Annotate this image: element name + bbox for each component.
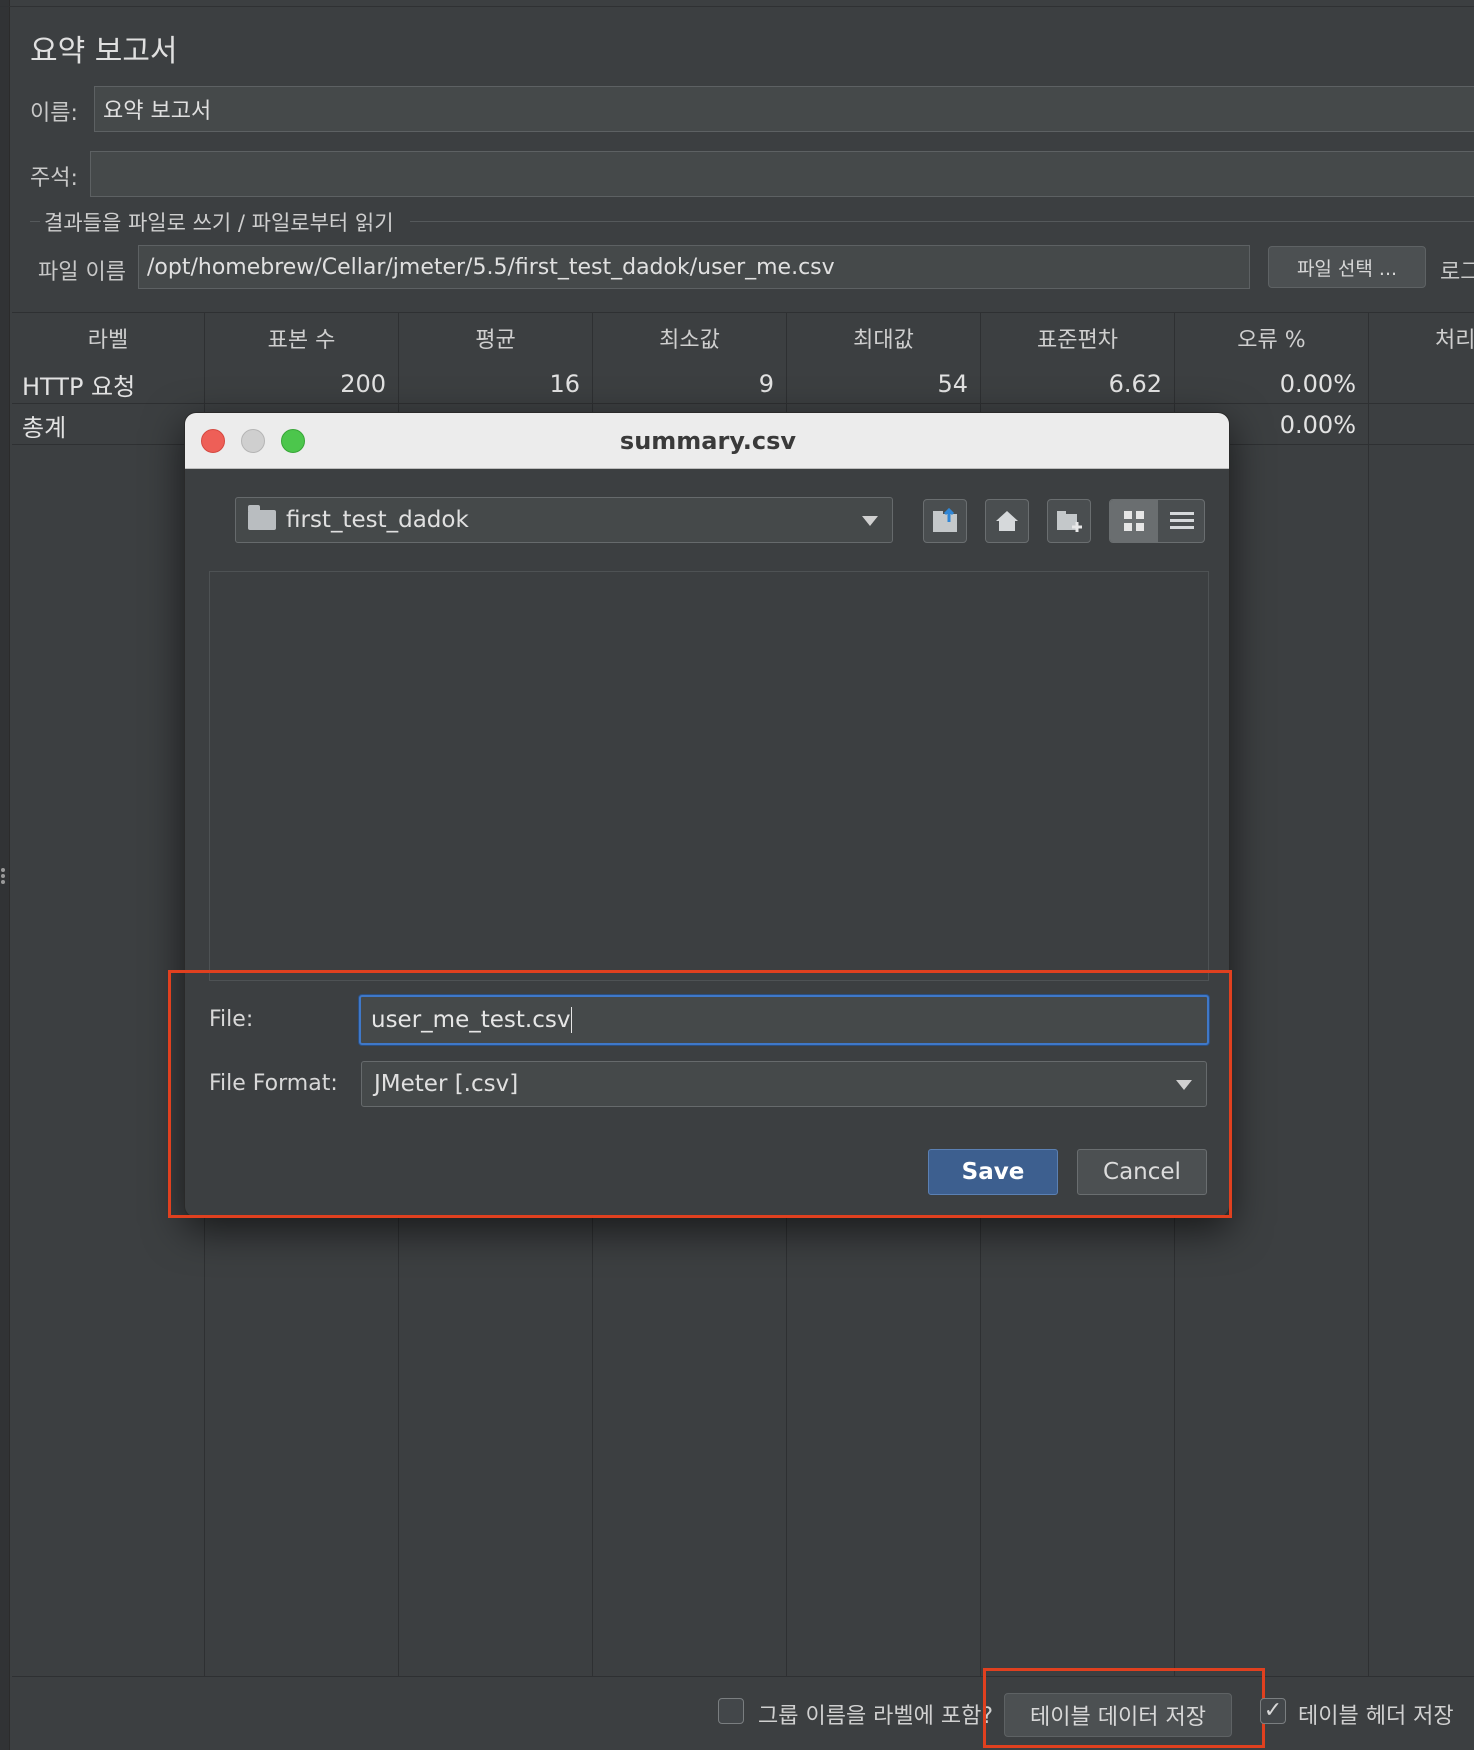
- col-header-error[interactable]: 오류 %: [1175, 313, 1369, 363]
- group-name-checkbox[interactable]: [718, 1698, 744, 1724]
- filename-input-value: /opt/homebrew/Cellar/jmeter/5.5/first_te…: [147, 254, 835, 280]
- top-divider: [0, 6, 1474, 7]
- list-icon: [1170, 512, 1194, 529]
- cell-min: 9: [758, 370, 774, 398]
- comment-label: 주석:: [30, 166, 78, 191]
- name-label: 이름:: [30, 101, 78, 126]
- new-folder-button[interactable]: [1047, 499, 1091, 543]
- col-header-samples[interactable]: 표본 수: [205, 313, 399, 363]
- cell-error: 0.00%: [1279, 370, 1356, 398]
- filename-label: 파일 이름: [38, 260, 126, 285]
- splitter-handle-icon: [0, 866, 6, 894]
- dialog-title: summary.csv: [619, 427, 797, 455]
- col-header-min[interactable]: 최소값: [593, 313, 787, 363]
- cell-stddev: 6.62: [1108, 370, 1162, 398]
- group-name-checkbox-label: 그룹 이름을 라벨에 포함?: [758, 1704, 994, 1729]
- cell-label: 총계: [22, 413, 67, 442]
- up-folder-icon: [933, 508, 957, 532]
- name-input-value: 요약 보고서: [103, 99, 212, 124]
- home-button[interactable]: [985, 499, 1029, 543]
- cell-samples: 200: [340, 370, 386, 398]
- chevron-down-icon: [862, 516, 878, 526]
- view-toggle: [1109, 499, 1205, 543]
- file-group-title: 결과들을 파일로 쓰기 / 파일로부터 읽기: [44, 211, 394, 235]
- save-header-checkbox[interactable]: ✓: [1260, 1698, 1286, 1724]
- folder-icon: [248, 505, 276, 530]
- group-border-left: [30, 221, 40, 222]
- filename-input[interactable]: /opt/homebrew/Cellar/jmeter/5.5/first_te…: [138, 245, 1250, 289]
- name-input[interactable]: 요약 보고서: [94, 86, 1474, 132]
- cell-label: HTTP 요청: [22, 372, 136, 401]
- comment-input[interactable]: [90, 151, 1474, 197]
- browse-button[interactable]: 파일 선택 ...: [1268, 246, 1426, 288]
- save-header-checkbox-label: 테이블 헤더 저장: [1298, 1704, 1454, 1729]
- highlight-box-footer: [983, 1668, 1265, 1748]
- col-header-max[interactable]: 최대값: [787, 313, 981, 363]
- cell-average: 16: [549, 370, 580, 398]
- log-label: 로그: [1440, 260, 1474, 285]
- checkmark-icon: ✓: [1263, 1698, 1283, 1723]
- col-header-average[interactable]: 평균: [399, 313, 593, 363]
- group-border-right: [410, 221, 1474, 222]
- grid-icon: [1124, 511, 1144, 531]
- col-header-label[interactable]: 라벨: [12, 313, 205, 363]
- list-view-button[interactable]: [1158, 500, 1204, 542]
- col-divider: [1368, 363, 1369, 1676]
- highlight-box-dialog: [168, 970, 1232, 1218]
- folder-dropdown[interactable]: first_test_dadok: [235, 497, 893, 543]
- file-list[interactable]: [209, 571, 1209, 981]
- panel-title: 요약 보고서: [30, 34, 178, 69]
- grid-view-button[interactable]: [1110, 500, 1158, 542]
- up-folder-button[interactable]: [923, 499, 967, 543]
- col-header-stddev[interactable]: 표준편차: [981, 313, 1175, 363]
- new-folder-icon: [1057, 511, 1082, 532]
- cell-max: 54: [937, 370, 968, 398]
- col-header-throughput[interactable]: 처리: [1369, 313, 1474, 363]
- home-icon: [996, 511, 1018, 531]
- folder-dropdown-value: first_test_dadok: [286, 507, 469, 533]
